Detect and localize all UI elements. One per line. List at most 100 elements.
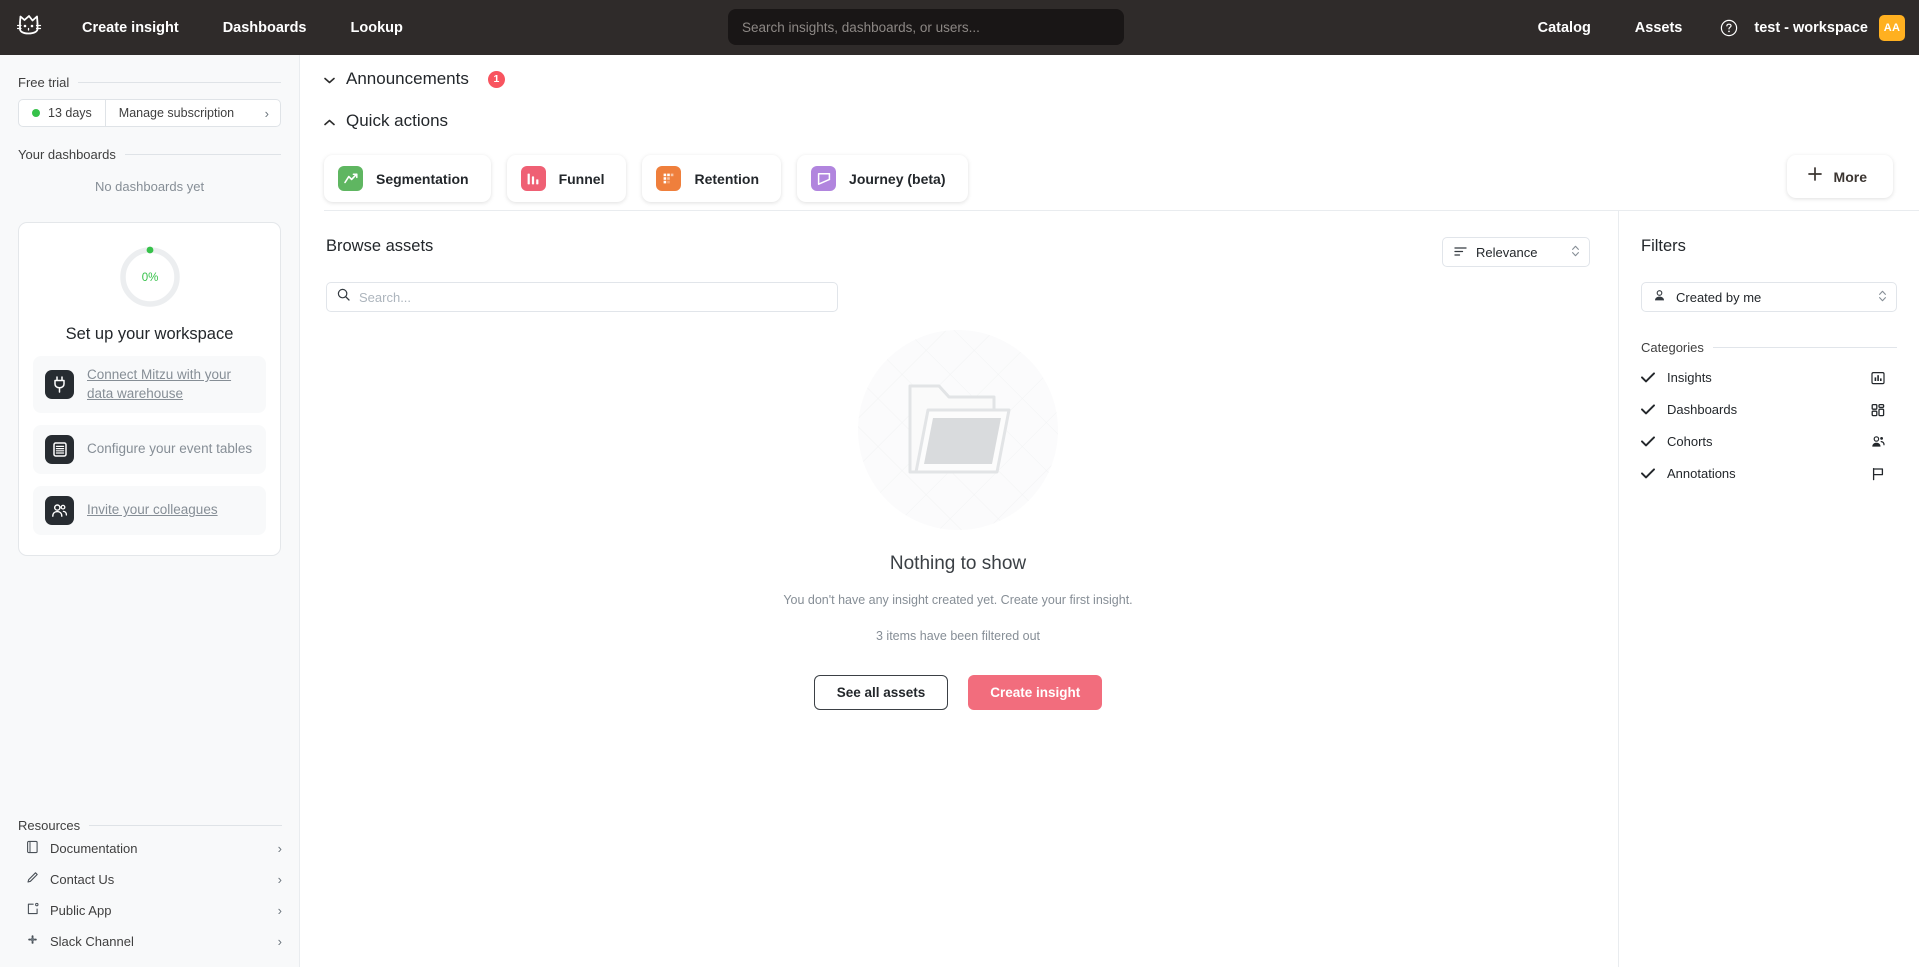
pencil-icon — [26, 871, 39, 888]
divider — [125, 154, 281, 155]
sort-selected-value: Relevance — [1476, 245, 1562, 260]
category-label: Cohorts — [1667, 434, 1871, 449]
nav-catalog[interactable]: Catalog — [1516, 14, 1613, 42]
help-circle-icon[interactable] — [1712, 11, 1746, 45]
announcements-section-header[interactable]: Announcements 1 — [300, 69, 1919, 89]
quick-actions-title: Quick actions — [346, 111, 448, 131]
sort-select[interactable]: Relevance — [1442, 237, 1590, 267]
chevron-right-icon: › — [278, 841, 282, 856]
created-by-select[interactable]: Created by me — [1641, 282, 1897, 312]
create-insight-button[interactable]: Create insight — [968, 675, 1102, 710]
quick-actions-row: Segmentation Funnel — [300, 155, 1919, 202]
trial-days-label: 13 days — [48, 106, 92, 120]
chevron-right-icon: › — [278, 903, 282, 918]
nav-dashboards[interactable]: Dashboards — [201, 14, 329, 42]
chevron-up-icon — [324, 115, 335, 128]
empty-state-actions: See all assets Create insight — [814, 675, 1103, 710]
category-label: Dashboards — [1667, 402, 1871, 417]
app-root: Create insight Dashboards Lookup Catalog… — [0, 0, 1919, 967]
quick-action-label: Funnel — [559, 171, 605, 187]
empty-folder-illustration — [854, 326, 1062, 539]
workspace-name[interactable]: test - workspace — [1754, 20, 1868, 36]
resource-item-label: Slack Channel — [50, 934, 267, 949]
browse-assets-panel: Browse assets — [300, 211, 1618, 967]
cat-logo-icon — [17, 14, 43, 41]
resource-item-label: Contact Us — [50, 872, 267, 887]
avatar[interactable]: AA — [1879, 15, 1905, 41]
left-sidebar: Free trial 13 days Manage subscription ›… — [0, 55, 300, 967]
resource-item-contact-us[interactable]: Contact Us › — [0, 864, 300, 895]
empty-state: Nothing to show You don't have any insig… — [326, 326, 1590, 710]
setup-item-label: Invite your colleagues — [87, 501, 218, 520]
setup-item-label: Configure your event tables — [87, 440, 252, 459]
resource-item-documentation[interactable]: Documentation › — [0, 833, 300, 864]
journey-icon — [811, 166, 836, 191]
trial-days: 13 days — [19, 100, 106, 126]
asset-search-input[interactable] — [350, 283, 837, 311]
setup-item-connect-warehouse[interactable]: Connect Mitzu with your data warehouse — [33, 356, 266, 413]
filters-panel: Filters Created by me — [1618, 211, 1919, 967]
resource-item-slack-channel[interactable]: Slack Channel › — [0, 926, 300, 957]
quick-action-retention[interactable]: Retention — [642, 155, 781, 202]
your-dashboards-section-header: Your dashboards — [0, 147, 299, 162]
chevron-right-icon: › — [265, 106, 269, 121]
category-filter-dashboards[interactable]: Dashboards — [1641, 400, 1897, 419]
free-trial-label: Free trial — [18, 75, 69, 90]
category-filter-annotations[interactable]: Annotations — [1641, 464, 1897, 483]
check-icon — [1641, 402, 1667, 418]
setup-item-label: Connect Mitzu with your data warehouse — [87, 366, 254, 403]
resources-section: Resources Documentation › — [0, 798, 300, 957]
category-filter-insights[interactable]: Insights — [1641, 368, 1897, 387]
quick-action-journey[interactable]: Journey (beta) — [797, 155, 967, 202]
chevron-updown-icon — [1878, 289, 1887, 306]
divider — [78, 82, 281, 83]
person-icon — [1653, 289, 1666, 305]
nav-assets[interactable]: Assets — [1613, 14, 1705, 42]
setup-item-invite-colleagues[interactable]: Invite your colleagues — [33, 486, 266, 535]
divider — [1713, 347, 1897, 348]
no-dashboards-message: No dashboards yet — [0, 179, 299, 194]
users-icon — [45, 496, 74, 525]
book-icon — [26, 840, 39, 857]
manage-subscription-button[interactable]: Manage subscription › — [106, 100, 280, 126]
empty-state-title: Nothing to show — [890, 553, 1026, 575]
your-dashboards-label: Your dashboards — [18, 147, 116, 162]
setup-workspace-card: 0% Set up your workspace Connect Mitzu w… — [18, 222, 281, 556]
quick-action-label: Journey (beta) — [849, 171, 945, 187]
see-all-assets-button[interactable]: See all assets — [814, 675, 949, 710]
app-logo[interactable] — [0, 14, 60, 41]
asset-search-wrapper — [326, 282, 838, 312]
nav-create-insight[interactable]: Create insight — [60, 14, 201, 42]
quick-action-funnel[interactable]: Funnel — [507, 155, 627, 202]
free-trial-section-header: Free trial — [0, 75, 299, 90]
setup-item-configure-event-tables[interactable]: Configure your event tables — [33, 425, 266, 474]
grid-icon — [1871, 403, 1897, 417]
primary-nav: Create insight Dashboards Lookup — [60, 14, 425, 42]
status-dot-icon — [32, 109, 40, 117]
category-filter-cohorts[interactable]: Cohorts — [1641, 432, 1897, 451]
more-quick-actions-button[interactable]: More — [1787, 155, 1893, 198]
flag-icon — [1871, 467, 1897, 481]
cohort-users-icon — [1871, 435, 1897, 449]
quick-action-segmentation[interactable]: Segmentation — [324, 155, 491, 202]
setup-progress-percent: 0% — [141, 272, 158, 284]
created-by-value: Created by me — [1676, 290, 1868, 305]
secondary-nav: Catalog Assets test - workspace AA — [1516, 0, 1905, 55]
plug-icon — [45, 370, 74, 399]
line-chart-icon — [338, 166, 363, 191]
browse-search-row: Relevance — [326, 282, 1590, 312]
trial-box: 13 days Manage subscription › — [18, 99, 281, 127]
resources-label: Resources — [18, 818, 80, 833]
quick-actions-section-header[interactable]: Quick actions — [300, 111, 1919, 131]
manage-subscription-label: Manage subscription — [119, 106, 234, 120]
database-icon — [45, 435, 74, 464]
announcements-title: Announcements — [346, 69, 469, 89]
chevron-right-icon: › — [278, 934, 282, 949]
browse-assets-title: Browse assets — [326, 237, 1590, 256]
more-label: More — [1834, 169, 1867, 185]
retention-grid-icon — [656, 166, 681, 191]
nav-lookup[interactable]: Lookup — [329, 14, 425, 42]
check-icon — [1641, 370, 1667, 386]
resource-item-public-app[interactable]: Public App › — [0, 895, 300, 926]
global-search-input[interactable] — [728, 9, 1124, 45]
